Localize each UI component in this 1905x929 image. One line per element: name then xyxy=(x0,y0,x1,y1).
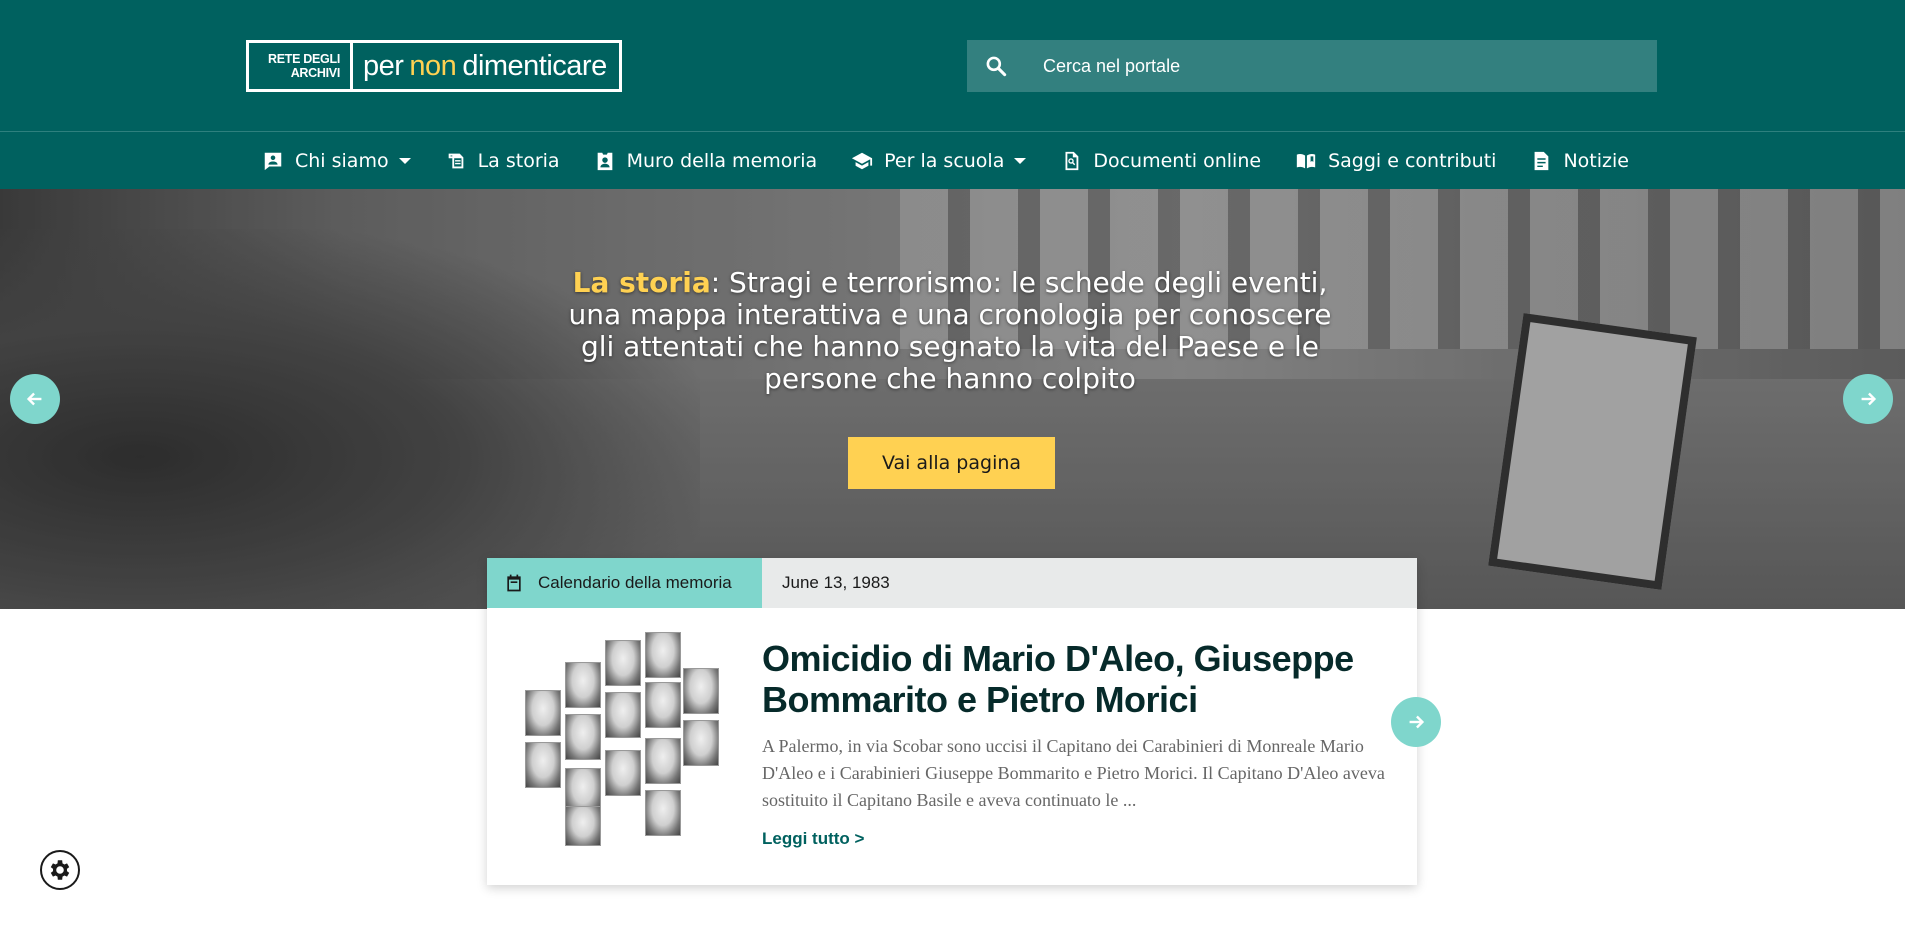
logo-word-per: per xyxy=(363,49,404,82)
portrait xyxy=(525,742,561,788)
site-logo[interactable]: RETE DEGLI ARCHIVI per non dimenticare xyxy=(246,40,622,92)
badge-icon xyxy=(597,152,612,171)
portrait xyxy=(605,640,641,686)
arrow-left-icon xyxy=(26,392,42,406)
nav-label: Muro della memoria xyxy=(626,150,818,172)
portrait xyxy=(565,662,601,708)
nav-label: Documenti online xyxy=(1093,150,1262,172)
search-box xyxy=(967,40,1657,92)
portrait xyxy=(565,714,601,760)
arrow-right-icon xyxy=(1409,715,1425,729)
card-category-tag[interactable]: Calendario della memoria xyxy=(487,558,762,608)
card-next-button[interactable] xyxy=(1391,697,1441,747)
cookie-settings-button[interactable] xyxy=(40,850,80,890)
portrait xyxy=(565,806,601,846)
logo-network-label: RETE DEGLI ARCHIVI xyxy=(249,43,353,89)
arrow-right-icon xyxy=(1861,392,1877,406)
chevron-down-icon xyxy=(398,158,411,164)
portrait xyxy=(645,738,681,784)
nav-item-notizie[interactable]: Notizie xyxy=(1530,150,1629,172)
site-header: RETE DEGLI ARCHIVI per non dimenticare xyxy=(0,0,1905,131)
main-nav: Chi siamo La storia Muro della memoria P… xyxy=(0,131,1905,189)
nav-item-per-la-scuola[interactable]: Per la scuola xyxy=(851,150,1027,172)
logo-word-non: non xyxy=(409,49,457,82)
card-header: Calendario della memoria June 13, 1983 xyxy=(487,558,1417,608)
nav-item-saggi-e-contributi[interactable]: Saggi e contributi xyxy=(1295,150,1496,172)
card-category-label: Calendario della memoria xyxy=(538,573,732,592)
chevron-down-icon xyxy=(1014,158,1027,164)
nav-label: La storia xyxy=(477,150,560,172)
hero-cta-button[interactable]: Vai alla pagina xyxy=(848,437,1055,489)
portrait xyxy=(525,690,561,736)
hero-carousel: La storia: Stragi e terrorismo: le sched… xyxy=(0,189,1905,609)
carousel-prev-button[interactable] xyxy=(10,374,60,424)
nav-item-muro-della-memoria[interactable]: Muro della memoria xyxy=(594,150,818,172)
nav-item-la-storia[interactable]: La storia xyxy=(445,150,560,172)
card-description: A Palermo, in via Scobar sono uccisi il … xyxy=(762,736,1385,810)
nav-label: Notizie xyxy=(1563,150,1629,172)
portrait xyxy=(605,750,641,796)
portrait xyxy=(645,682,681,728)
nav-label: Saggi e contributi xyxy=(1328,150,1497,172)
read-more-link[interactable]: Leggi tutto > xyxy=(762,829,864,849)
search-input[interactable] xyxy=(1025,40,1657,92)
contact-card-icon xyxy=(264,152,282,171)
article-icon xyxy=(1535,151,1549,171)
portrait xyxy=(645,632,681,678)
school-icon xyxy=(852,152,873,170)
hero-overlay xyxy=(0,189,1905,609)
carousel-next-button[interactable] xyxy=(1843,374,1893,424)
card-date: June 13, 1983 xyxy=(782,573,890,592)
document-search-icon xyxy=(1065,151,1079,171)
logo-line-1: RETE DEGLI xyxy=(267,52,340,66)
portrait xyxy=(645,790,681,836)
nav-item-documenti-online[interactable]: Documenti online xyxy=(1060,150,1261,172)
logo-word-dimenticare: dimenticare xyxy=(462,49,607,82)
hero-caption-highlight[interactable]: La storia xyxy=(573,266,711,299)
card-portraits-image xyxy=(523,632,719,846)
search-icon[interactable] xyxy=(983,53,1009,79)
memory-calendar-card: Calendario della memoria June 13, 1983 O… xyxy=(487,558,1417,885)
nav-label: Per la scuola xyxy=(884,150,1005,172)
nav-item-chi-siamo[interactable]: Chi siamo xyxy=(262,150,411,172)
logo-title: per non dimenticare xyxy=(353,43,619,89)
portrait xyxy=(605,692,641,738)
card-title[interactable]: Omicidio di Mario D'Aleo, Giuseppe Bomma… xyxy=(762,638,1392,720)
logo-line-2: ARCHIVI xyxy=(290,66,341,80)
history-icon xyxy=(448,153,463,169)
book-icon xyxy=(1296,153,1316,169)
portrait xyxy=(683,668,719,714)
gear-icon xyxy=(50,860,70,880)
hero-caption: La storia: Stragi e terrorismo: le sched… xyxy=(555,267,1345,395)
portrait xyxy=(683,720,719,766)
calendar-icon xyxy=(507,574,521,592)
nav-label: Chi siamo xyxy=(295,150,389,172)
